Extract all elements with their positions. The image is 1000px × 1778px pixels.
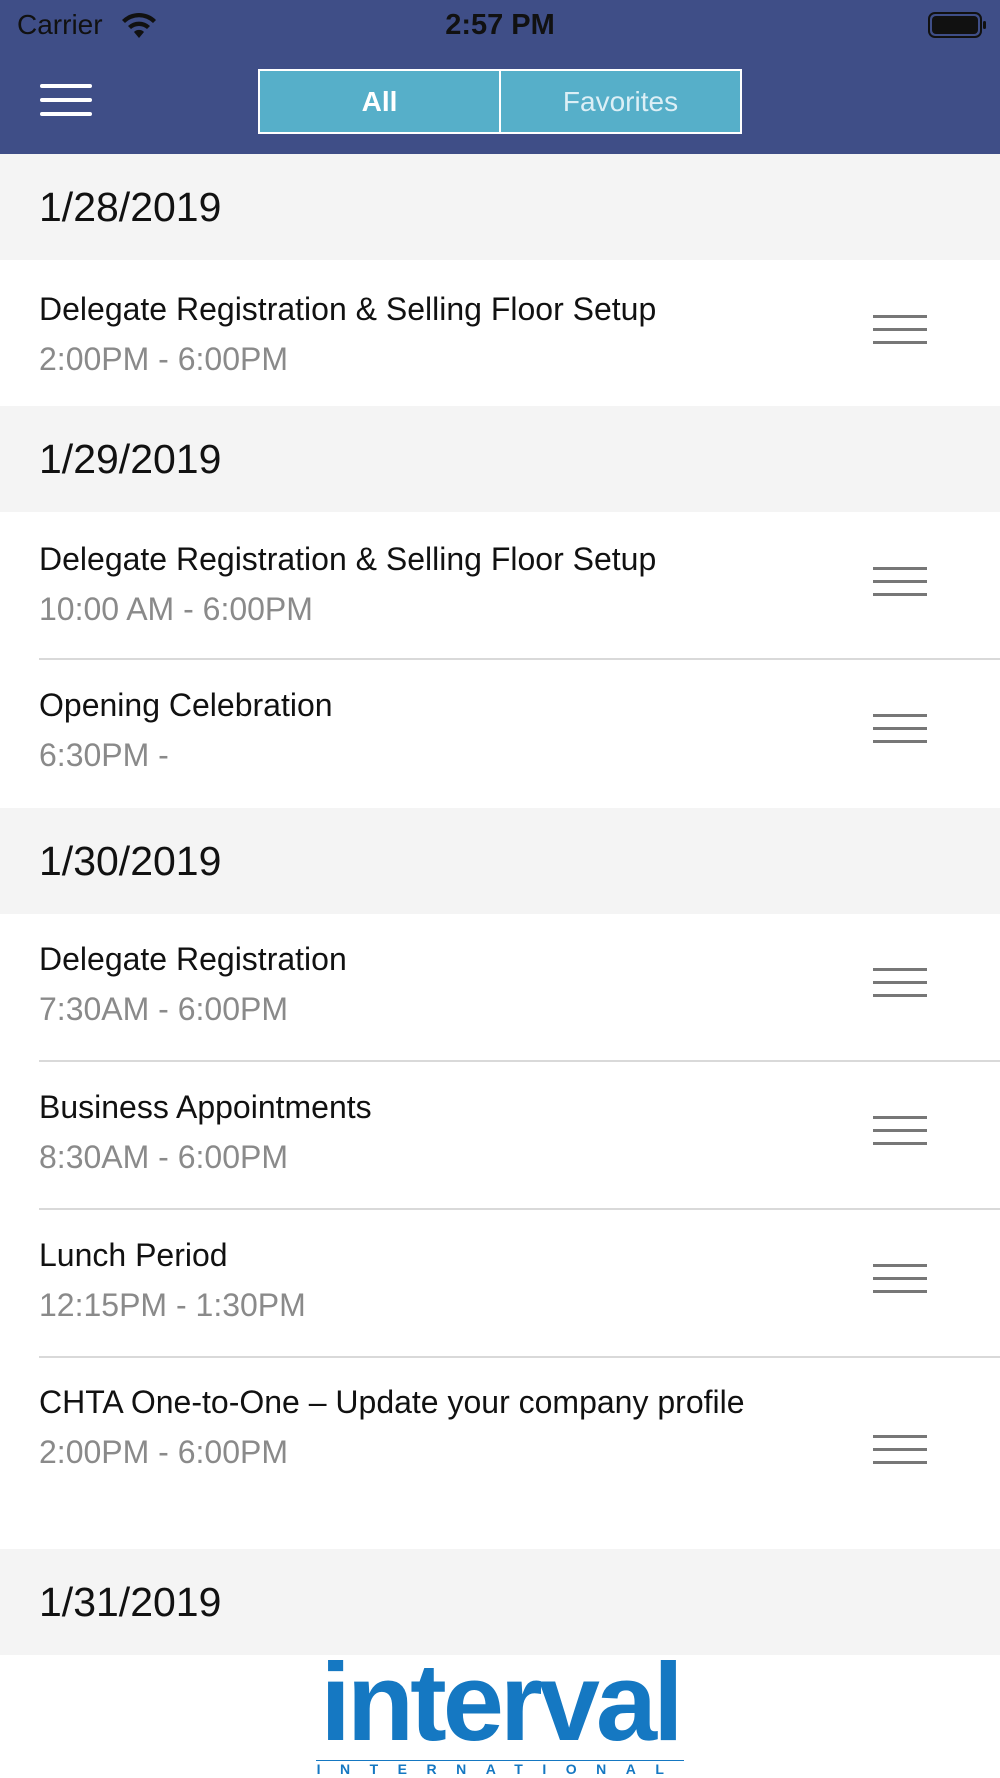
reorder-handle-icon[interactable] [873,1435,927,1467]
menu-bar-line [40,98,92,102]
event-row[interactable]: Delegate Registration & Selling Floor Se… [0,512,1000,660]
event-title: Lunch Period [39,1237,228,1273]
event-row[interactable]: Delegate Registration & Selling Floor Se… [0,260,1000,406]
reorder-handle-icon[interactable] [873,315,927,347]
event-title: Opening Celebration [39,687,333,723]
logo-wordmark: interval [320,1641,683,1764]
status-bar: Carrier 2:57 PM [0,0,1000,50]
reorder-handle-icon[interactable] [873,1264,927,1296]
reorder-handle-icon[interactable] [873,567,927,599]
event-row[interactable]: Business Appointments 8:30AM - 6:00PM [0,1062,1000,1210]
event-row[interactable]: Lunch Period 12:15PM - 1:30PM [0,1210,1000,1358]
date-section-header: 1/31/2019 [0,1549,1000,1655]
reorder-handle-icon[interactable] [873,968,927,1000]
status-time: 2:57 PM [445,9,555,41]
hamburger-menu-icon[interactable] [40,84,94,118]
event-row[interactable]: Opening Celebration 6:30PM - [0,660,1000,808]
logo-subtext: INTERNATIONAL [316,1760,684,1777]
event-title: Delegate Registration & Selling Floor Se… [39,291,657,327]
event-row[interactable]: Delegate Registration 7:30AM - 6:00PM [0,914,1000,1062]
app-screen: Carrier 2:57 PM All Favorites 1/28/2019 … [0,0,1000,1778]
event-time: 10:00 AM - 6:00PM [39,591,313,627]
event-time: 7:30AM - 6:00PM [39,991,288,1027]
event-time: 6:30PM - [39,737,169,773]
interval-international-logo: interval INTERNATIONAL [314,1642,686,1778]
event-time: 2:00PM - 6:00PM [39,341,288,377]
navigation-header: Carrier 2:57 PM All Favorites [0,0,1000,154]
date-section-header: 1/29/2019 [0,406,1000,512]
reorder-handle-icon[interactable] [873,1116,927,1148]
reorder-handle-icon[interactable] [873,714,927,746]
event-title: Business Appointments [39,1089,372,1125]
footer: interval INTERNATIONAL [0,1642,1000,1778]
event-time: 8:30AM - 6:00PM [39,1139,288,1175]
filter-segmented-control: All Favorites [258,69,742,134]
date-section-header: 1/28/2019 [0,154,1000,260]
event-time: 2:00PM - 6:00PM [39,1434,288,1470]
segment-favorites[interactable]: Favorites [501,71,740,132]
event-title: Delegate Registration [39,941,347,977]
event-time: 12:15PM - 1:30PM [39,1287,306,1323]
event-row[interactable]: CHTA One-to-One – Update your company pr… [0,1358,1000,1549]
menu-bar-line [40,84,92,88]
battery-full-icon [928,12,986,38]
date-section-header: 1/30/2019 [0,808,1000,914]
menu-bar-line [40,112,92,116]
event-title: CHTA One-to-One – Update your company pr… [39,1384,745,1420]
segment-all[interactable]: All [260,71,501,132]
event-title: Delegate Registration & Selling Floor Se… [39,541,657,577]
schedule-list[interactable]: 1/28/2019 Delegate Registration & Sellin… [0,154,1000,1656]
